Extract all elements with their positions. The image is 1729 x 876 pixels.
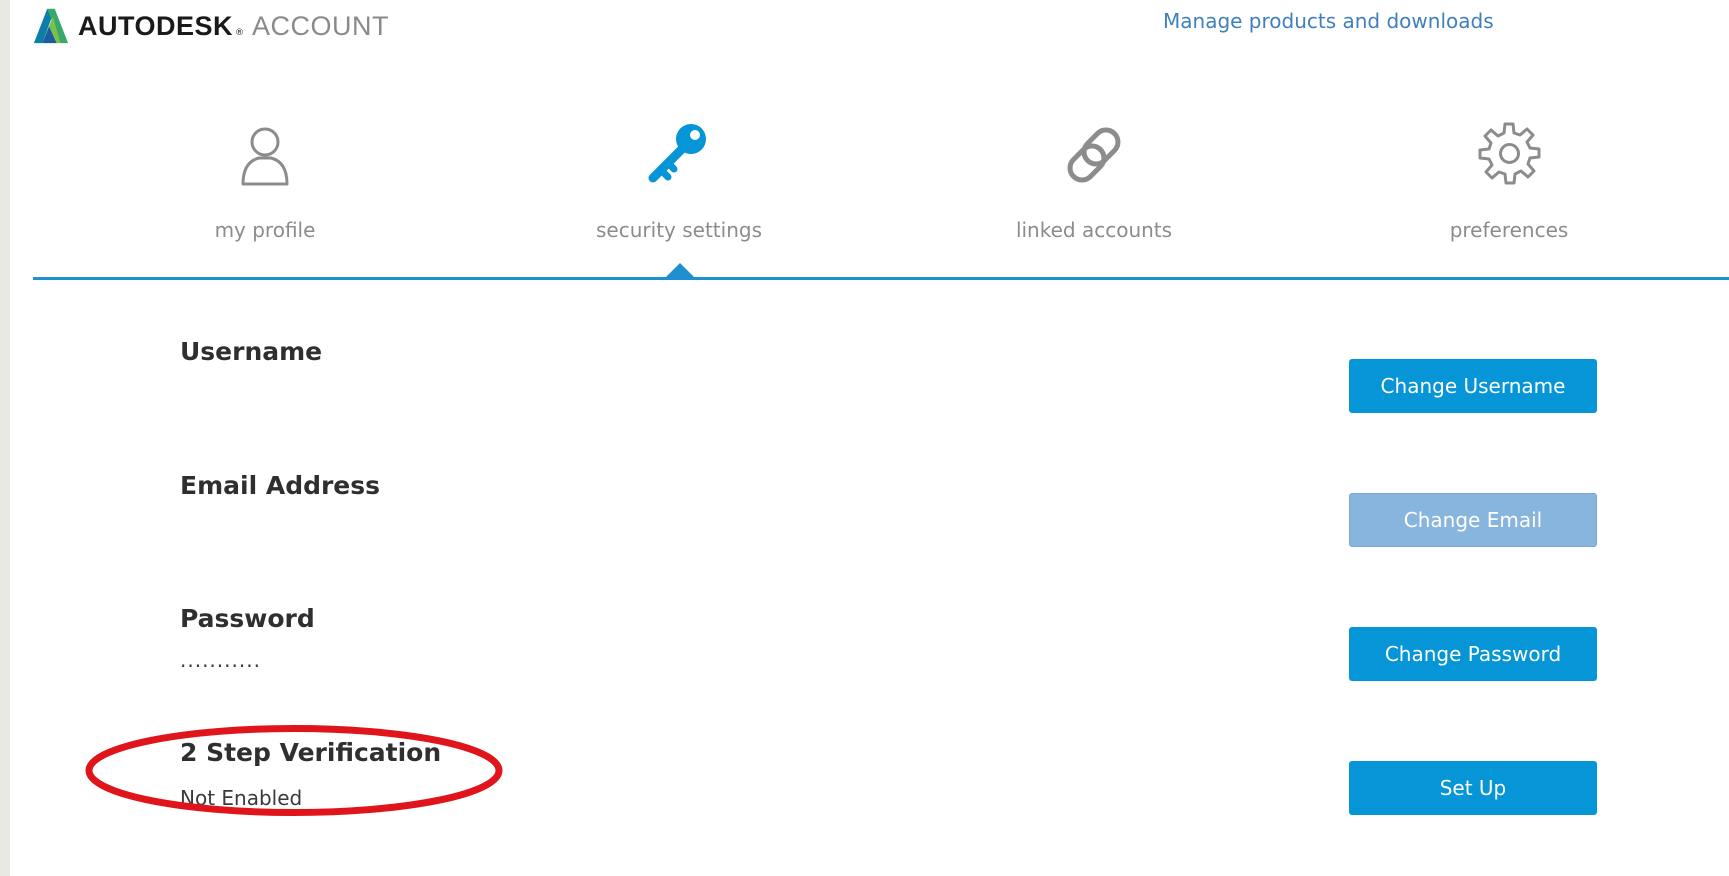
tab-label: my profile (214, 218, 316, 242)
set-up-two-step-button[interactable]: Set Up (1349, 761, 1597, 815)
tab-label: security settings (596, 218, 762, 242)
brand-name: AUTODESK (78, 10, 234, 41)
email-address-heading: Email Address (180, 471, 381, 500)
key-icon (648, 124, 706, 183)
chain-link-icon (1067, 127, 1121, 183)
password-heading: Password (180, 604, 315, 633)
autodesk-logo-icon (33, 8, 69, 44)
change-email-button[interactable]: Change Email (1349, 493, 1597, 547)
username-heading: Username (180, 337, 323, 366)
change-username-button[interactable]: Change Username (1349, 359, 1597, 413)
password-masked-value: ........... (180, 648, 261, 672)
change-password-button[interactable]: Change Password (1349, 627, 1597, 681)
tab-divider-line (33, 277, 1729, 280)
gear-icon (1478, 122, 1541, 185)
tab-preferences[interactable]: preferences (1379, 120, 1639, 242)
account-tabs: my profile security settings linked acco… (33, 120, 1729, 280)
page: AUTODESK ® ACCOUNT Manage products and d… (0, 0, 1729, 876)
autodesk-account-logo[interactable]: AUTODESK ® ACCOUNT (32, 6, 389, 46)
tab-label: preferences (1449, 218, 1569, 242)
left-edge-strip (0, 0, 10, 876)
tab-my-profile[interactable]: my profile (135, 120, 395, 242)
tab-security-settings[interactable]: security settings (549, 120, 809, 242)
active-tab-pointer (665, 263, 695, 278)
tab-linked-accounts[interactable]: linked accounts (964, 120, 1224, 242)
product-name: ACCOUNT (252, 10, 390, 41)
user-icon (241, 127, 289, 186)
two-step-verification-heading: 2 Step Verification (180, 738, 442, 767)
registered-mark: ® (235, 28, 245, 38)
tab-label: linked accounts (1015, 218, 1173, 242)
manage-products-link[interactable]: Manage products and downloads (1163, 9, 1494, 33)
two-step-status: Not Enabled (180, 786, 303, 810)
